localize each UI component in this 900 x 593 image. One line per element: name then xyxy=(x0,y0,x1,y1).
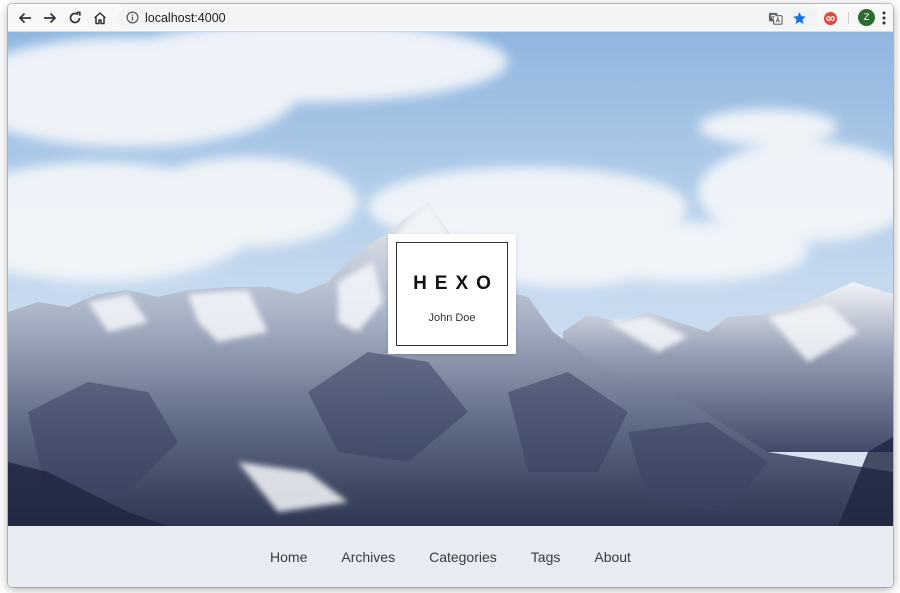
nav-link-home[interactable]: Home xyxy=(270,549,307,565)
reload-button[interactable] xyxy=(65,8,85,28)
back-button[interactable] xyxy=(15,8,35,28)
nav-link-about[interactable]: About xyxy=(594,549,631,565)
kebab-menu-icon[interactable] xyxy=(881,10,887,26)
site-logo-card[interactable]: HEXO John Doe xyxy=(388,234,516,354)
star-icon xyxy=(792,11,806,24)
nav-link-categories[interactable]: Categories xyxy=(429,549,497,565)
arrow-right-icon xyxy=(44,12,57,24)
url-text[interactable]: localhost:4000 xyxy=(145,10,226,26)
infinity-icon xyxy=(823,11,837,25)
home-button[interactable] xyxy=(90,8,110,28)
browser-window: localhost:4000 Z HEXO John Doe Home Arch… xyxy=(8,4,893,587)
home-icon xyxy=(93,12,107,25)
bookmark-star-button[interactable] xyxy=(790,9,808,27)
profile-avatar[interactable]: Z xyxy=(858,9,875,26)
site-title[interactable]: HEXO xyxy=(405,273,499,295)
arrow-left-icon xyxy=(18,12,31,24)
nav-link-archives[interactable]: Archives xyxy=(341,549,395,565)
address-bar[interactable]: localhost:4000 xyxy=(118,7,818,29)
translate-icon xyxy=(768,12,783,25)
hero-banner: HEXO John Doe xyxy=(8,32,893,526)
extension-button[interactable] xyxy=(821,9,839,27)
toolbar-divider xyxy=(848,12,849,24)
site-logo-frame: HEXO John Doe xyxy=(396,242,508,346)
forward-button[interactable] xyxy=(40,8,60,28)
main-nav: Home Archives Categories Tags About xyxy=(8,526,893,587)
reload-icon xyxy=(69,11,81,24)
info-icon[interactable] xyxy=(126,11,139,24)
translate-button[interactable] xyxy=(766,9,784,27)
browser-toolbar: localhost:4000 Z xyxy=(8,4,893,32)
nav-link-tags[interactable]: Tags xyxy=(531,549,561,565)
site-author: John Doe xyxy=(428,312,476,324)
